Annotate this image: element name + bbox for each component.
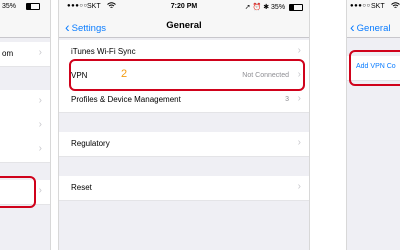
- status-bar: ●●●○○ SKT: [347, 0, 400, 13]
- back-button[interactable]: ‹ General: [350, 18, 391, 35]
- row-profiles[interactable]: Profiles & Device Management 3 ›: [59, 88, 309, 113]
- row-value: 3: [285, 96, 289, 103]
- battery-status: ➚ ⏰ ✱ 35%: [245, 3, 303, 11]
- status-bar: 35%: [0, 0, 50, 13]
- list-item[interactable]: om ›: [0, 42, 50, 67]
- highlight-box: [349, 50, 400, 86]
- list-item[interactable]: ›: [0, 90, 50, 115]
- row-label: Regulatory: [71, 139, 110, 148]
- battery-percent: 35%: [2, 3, 17, 10]
- alarm-icon: ⏰: [252, 4, 262, 11]
- back-button-label: General: [356, 23, 391, 34]
- row-label: iTunes Wi-Fi Sync: [71, 47, 136, 56]
- chevron-right-icon: ›: [297, 45, 301, 56]
- chevron-right-icon: ›: [297, 137, 301, 148]
- status-bar: ●●●○○ SKT 7:20 PM ➚ ⏰ ✱ 35%: [59, 0, 309, 13]
- chevron-right-icon: ›: [38, 143, 42, 154]
- battery-icon: [26, 3, 40, 10]
- highlight-box: [0, 176, 36, 208]
- signal-icon: ●●●○○: [350, 3, 371, 9]
- chevron-right-icon: ›: [297, 181, 301, 192]
- battery-icon: [289, 3, 303, 11]
- row-reset[interactable]: Reset ›: [59, 176, 309, 201]
- bluetooth-icon: ✱: [263, 4, 270, 11]
- location-icon: ➚: [244, 4, 251, 11]
- general-phone-screen: ●●●○○ SKT 7:20 PM ➚ ⏰ ✱ 35% ‹ Settings Ge…: [58, 0, 310, 250]
- chevron-right-icon: ›: [38, 185, 42, 196]
- list-item[interactable]: ›: [0, 138, 50, 163]
- chevron-right-icon: ›: [38, 47, 42, 58]
- row-label: Reset: [71, 183, 92, 192]
- list-item[interactable]: ›: [0, 114, 50, 139]
- list-item-label: om: [2, 49, 14, 58]
- row-label: Profiles & Device Management: [71, 95, 181, 104]
- battery-percent: 35%: [271, 4, 286, 11]
- chevron-right-icon: ›: [38, 95, 42, 106]
- wifi-icon: [391, 2, 400, 11]
- nav-bar: ‹ General: [347, 13, 400, 38]
- highlight-box: [69, 59, 305, 91]
- nav-bar: ‹ Settings General: [59, 13, 309, 38]
- chevron-right-icon: ›: [297, 93, 301, 104]
- left-phone-screen: 35% om › › › › ›: [0, 0, 51, 250]
- vpn-phone-screen: ●●●○○ SKT ‹ General Add VPN Co: [346, 0, 400, 250]
- chevron-right-icon: ›: [38, 119, 42, 130]
- row-regulatory[interactable]: Regulatory ›: [59, 132, 309, 157]
- chevron-left-icon: ‹: [350, 19, 355, 35]
- page-title: General: [166, 20, 202, 31]
- nav-bar: [0, 13, 50, 38]
- carrier-label: SKT: [371, 3, 385, 10]
